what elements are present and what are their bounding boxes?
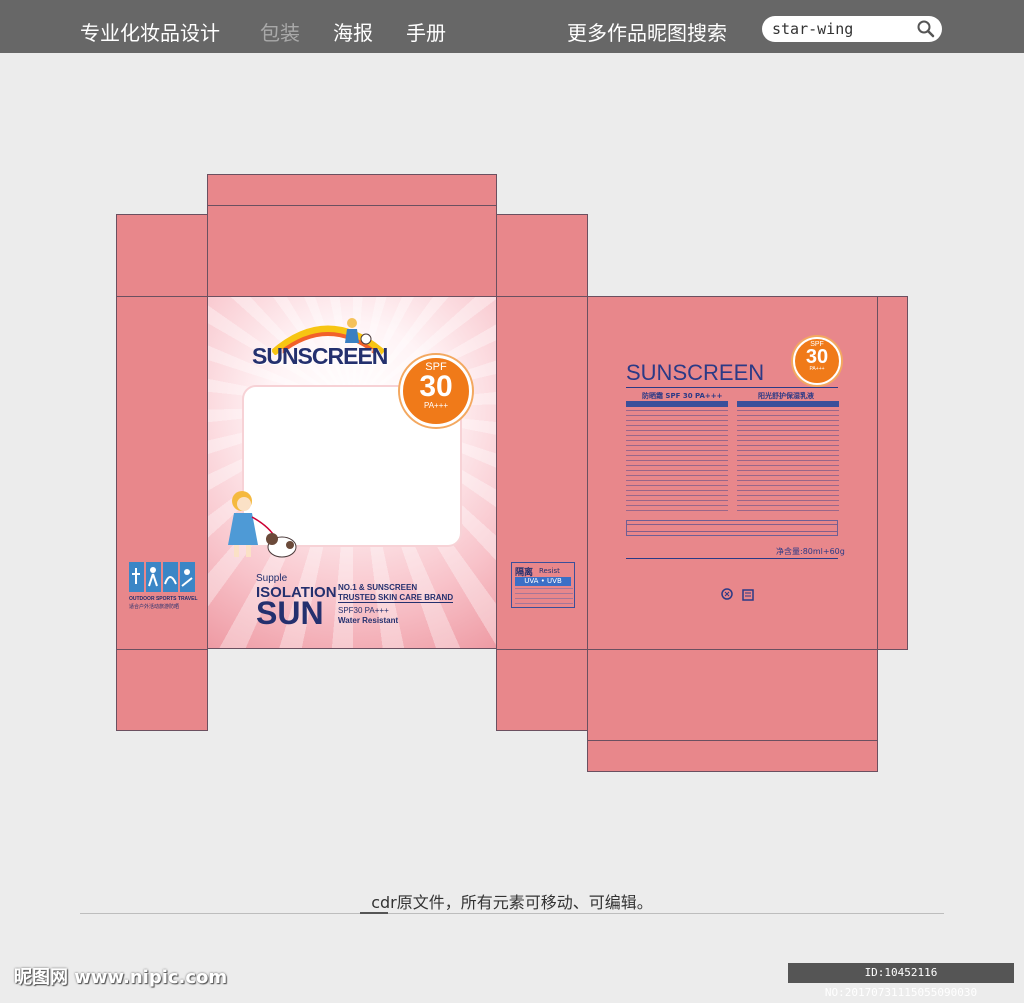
nav-item-poster[interactable]: 海报	[333, 17, 373, 46]
dust-flap-bottom-right	[496, 649, 588, 731]
back-spf-badge: SPF 30 PA+++	[793, 337, 841, 385]
outdoor-travel-en: OUTDOOR SPORTS TRAVEL	[129, 596, 198, 602]
front-tagline-1: NO.1 & SUNSCREEN	[338, 583, 418, 592]
outdoor-travel-cn: 适合户外活动旅游防晒	[129, 604, 180, 610]
glue-flap	[877, 296, 908, 650]
bottom-tuck-flap	[587, 740, 878, 772]
uva-uvb-label: UVA • UVB	[515, 577, 571, 586]
back-brand-title: SUNSCREEN	[626, 360, 765, 385]
girl-with-dog-illustration	[228, 491, 297, 558]
search-icon	[917, 20, 935, 38]
back-pa-rating: PA+++	[809, 366, 825, 372]
search-box	[762, 16, 942, 42]
back-caution-box	[626, 520, 838, 536]
back-title-right: 阳光舒护保湿乳液	[758, 392, 814, 400]
resist-info-box: 隔离 Resist UVA • UVB	[511, 562, 575, 608]
bottom-panel	[587, 649, 878, 741]
footer-divider-accent	[360, 912, 388, 914]
back-title-left: 防晒霜 SPF 30 PA+++	[642, 392, 723, 400]
nav-item-cosmetics-design[interactable]: 专业化妆品设计	[80, 17, 220, 46]
top-tuck-flap	[207, 174, 497, 206]
back-divider-bottom	[626, 558, 838, 559]
front-water-resistant: Water Resistant	[338, 616, 399, 625]
watermark-right: ID:10452116 NO:20170731115055090030	[788, 963, 1014, 999]
back-description-right	[737, 410, 839, 514]
resist-en: Resist	[539, 567, 560, 575]
dust-flap-top-left	[116, 214, 208, 297]
front-pa-rating: PA+++	[423, 401, 449, 410]
search-button[interactable]	[916, 19, 936, 39]
front-tagline-2: TRUSTED SKIN CARE BRAND	[338, 593, 454, 603]
more-works-link[interactable]: 更多作品昵图搜索	[567, 17, 727, 46]
front-sun-text: SUN	[256, 595, 324, 631]
footer-caption: cdr原文件，所有元素可移动、可编辑。	[371, 893, 653, 912]
back-license-bar-right	[737, 401, 839, 407]
back-description-left	[626, 410, 728, 514]
back-net-content: 净含量:80ml+60g	[776, 547, 845, 556]
search-input[interactable]	[770, 19, 912, 39]
front-supple-text: Supple	[256, 573, 288, 584]
resist-description	[515, 588, 573, 606]
nav-item-packaging[interactable]: 包装	[260, 17, 300, 46]
back-divider	[626, 387, 838, 388]
back-spf-value: 30	[805, 346, 829, 368]
outdoor-activity-icons	[129, 562, 195, 592]
dust-flap-bottom-left	[116, 649, 208, 731]
dust-flap-top-right	[496, 214, 588, 297]
front-spf-value: 30	[419, 370, 453, 403]
front-panel: SUNSCREEN SPF 30 PA+++ Supple ISOLATION …	[207, 296, 497, 649]
front-brand-title: SUNSCREEN	[252, 343, 388, 369]
watermark-left: 昵图网 www.nipic.com	[14, 967, 228, 988]
top-panel	[207, 205, 497, 297]
front-spf-badge: SPF 30 PA+++	[400, 355, 472, 427]
front-spf-line: SPF30 PA+++	[338, 606, 389, 615]
back-license-bar-left	[626, 401, 728, 407]
recycle-and-trash-icons	[721, 588, 754, 601]
nav-item-brochure[interactable]: 手册	[406, 17, 446, 46]
footer-divider	[80, 913, 944, 914]
